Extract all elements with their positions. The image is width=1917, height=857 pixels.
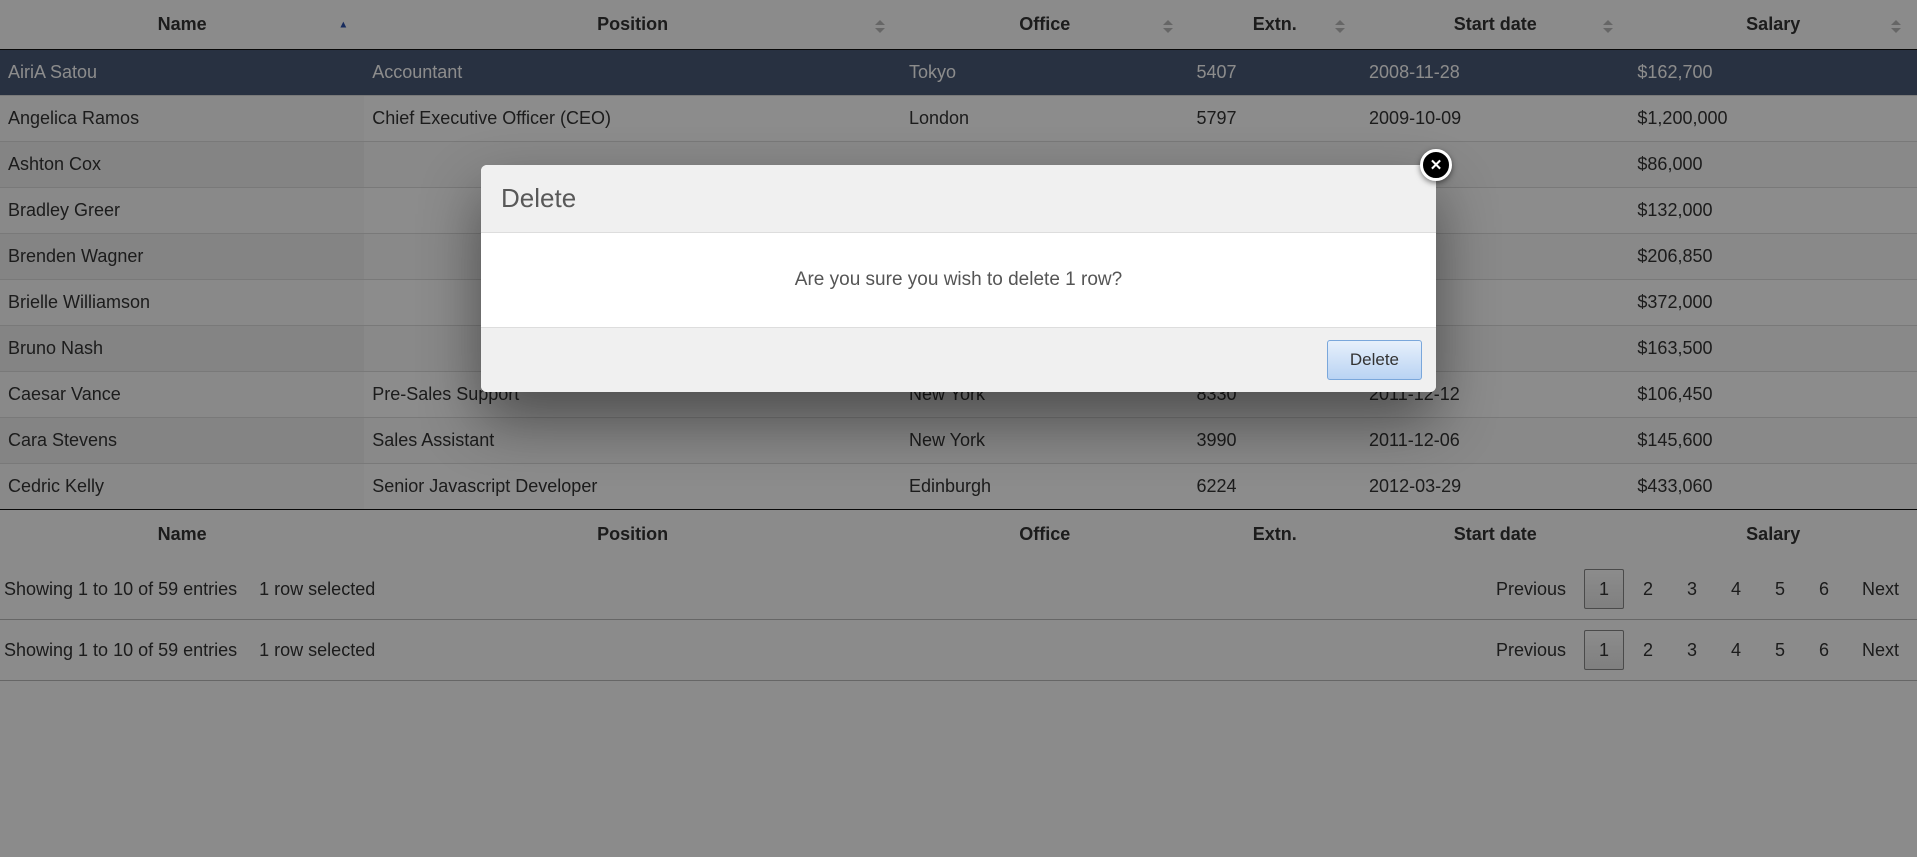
- dialog-message: Are you sure you wish to delete 1 row?: [481, 233, 1436, 327]
- close-icon[interactable]: ✕: [1420, 149, 1452, 181]
- dialog-footer: Delete: [481, 327, 1436, 392]
- modal-overlay[interactable]: ✕ Delete Are you sure you wish to delete…: [0, 0, 1917, 857]
- dialog-title: Delete: [481, 165, 1436, 233]
- delete-button[interactable]: Delete: [1327, 340, 1422, 380]
- delete-dialog: ✕ Delete Are you sure you wish to delete…: [481, 165, 1436, 392]
